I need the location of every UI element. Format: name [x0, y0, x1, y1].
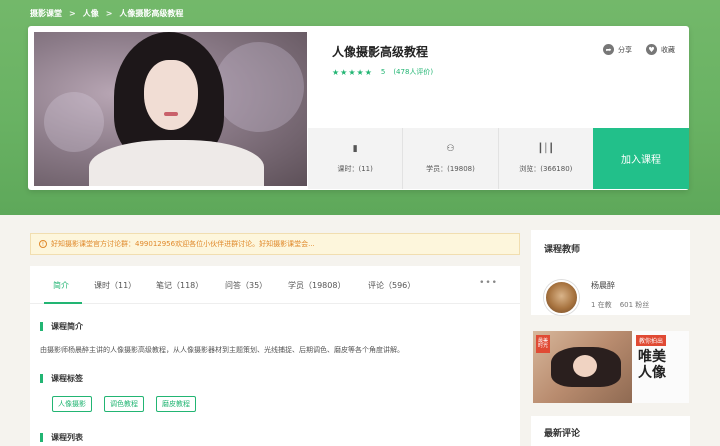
favorite-button[interactable]: ♥ 收藏: [646, 44, 675, 55]
stat-students: ⚇ 学员：(19808): [403, 128, 499, 189]
course-actions: ➦ 分享 ♥ 收藏: [603, 44, 675, 55]
stat-lessons-label: 课时：(11): [337, 164, 373, 173]
teacher-meta: 1 在教 601 粉丝: [591, 300, 649, 310]
course-cover-image: [34, 32, 307, 186]
share-icon: ➦: [603, 44, 614, 55]
info-icon: !: [39, 240, 47, 248]
notice-text: 好知摄影课堂官方讨论群：499012956欢迎各位小伙伴进群讨论。好知摄影课堂会…: [51, 240, 315, 248]
tag-portrait[interactable]: 人像摄影: [52, 396, 92, 412]
course-rating: ★★★★★ 5 (478人评价): [332, 67, 433, 77]
promo-badge: 教你拍出: [636, 335, 667, 346]
promo-slogan: 唯美 人像: [638, 349, 666, 381]
favorite-label: 收藏: [661, 45, 675, 54]
rating-stars: ★★★★★: [332, 67, 373, 77]
stat-views-label: 浏览：(366180): [519, 164, 573, 173]
section-intro-title: 课程简介: [40, 321, 83, 332]
audio-wave-icon: ┃│┃: [537, 143, 554, 154]
section-list-title: 课程列表: [40, 432, 83, 443]
course-title: 人像摄影高级教程: [332, 45, 429, 59]
tag-skin-retouch[interactable]: 磨皮教程: [156, 396, 196, 412]
rating-score: 5: [380, 68, 386, 76]
breadcrumb-item-current: 人像摄影高级教程: [119, 8, 184, 18]
users-icon: ⚇: [446, 143, 455, 154]
notice-bar[interactable]: ! 好知摄影课堂官方讨论群：499012956欢迎各位小伙伴进群讨论。好知摄影课…: [30, 233, 520, 255]
share-label: 分享: [618, 45, 632, 54]
join-course-button[interactable]: 加入课程: [593, 128, 689, 189]
tab-bar: 简介 课时（11） 笔记（118） 问答（35） 学员（19808） 评论（59…: [30, 266, 520, 304]
section-tags-title: 课程标签: [40, 373, 83, 384]
promo-corner-badge: 最美时光: [536, 335, 550, 353]
tag-color-grading[interactable]: 调色教程: [104, 396, 144, 412]
breadcrumb: 摄影课堂 > 人像 > 人像摄影高级教程: [30, 6, 183, 20]
tab-qa[interactable]: 问答（35）: [225, 280, 267, 291]
avatar[interactable]: [544, 280, 579, 315]
promo-slogan-line-2: 人像: [638, 365, 666, 382]
latest-comments-heading: 最新评论: [544, 429, 581, 439]
breadcrumb-separator: >: [105, 8, 113, 18]
book-icon: ▮: [352, 143, 358, 154]
review-count[interactable]: (478人评价): [393, 67, 433, 77]
teacher-panel: 课程教师 杨晨醉 1 在教 601 粉丝: [531, 230, 690, 315]
breadcrumb-item-photo-class[interactable]: 摄影课堂: [30, 8, 62, 19]
course-stats: ▮ 课时：(11) ⚇ 学员：(19808) ┃│┃ 浏览：(366180): [308, 128, 593, 189]
tab-students[interactable]: 学员（19808）: [288, 280, 345, 291]
breadcrumb-separator: >: [69, 8, 76, 18]
promo-text: 教你拍出 唯美 人像: [632, 331, 689, 403]
course-tags: 人像摄影 调色教程 磨皮教程: [52, 396, 196, 412]
breadcrumb-item-portrait[interactable]: 人像: [83, 8, 99, 19]
tab-notes[interactable]: 笔记（118）: [156, 280, 203, 291]
course-card: 人像摄影高级教程 ★★★★★ 5 (478人评价) ➦ 分享 ♥ 收藏 ▮ 课时…: [28, 26, 689, 190]
teacher-heading: 课程教师: [544, 245, 581, 255]
promo-image: 最美时光: [533, 331, 632, 403]
course-detail-panel: 简介 课时（11） 笔记（118） 问答（35） 学员（19808） 评论（59…: [30, 266, 520, 446]
heart-icon: ♥: [646, 44, 657, 55]
promo-slogan-line-1: 唯美: [638, 349, 666, 365]
more-icon[interactable]: •••: [479, 278, 498, 288]
share-button[interactable]: ➦ 分享: [603, 44, 632, 55]
course-intro-text: 由摄影师杨晨醉主讲的人像摄影高级教程，从人像摄影器材到主题策划、光线捕捉、后期调…: [40, 346, 404, 354]
latest-comments-panel: 最新评论: [531, 416, 690, 446]
teacher-courses: 1 在教: [591, 301, 612, 309]
tab-intro[interactable]: 简介: [53, 280, 69, 291]
stat-lessons: ▮ 课时：(11): [308, 128, 404, 189]
tab-lessons[interactable]: 课时（11）: [94, 280, 136, 291]
promo-banner[interactable]: 最美时光 教你拍出 唯美 人像: [533, 331, 689, 403]
teacher-name[interactable]: 杨晨醉: [591, 280, 615, 291]
stat-views: ┃│┃ 浏览：(366180): [499, 128, 593, 189]
active-tab-indicator: [44, 302, 82, 304]
tab-comments[interactable]: 评论（596）: [368, 280, 415, 291]
teacher-fans: 601 粉丝: [619, 301, 650, 309]
stat-students-label: 学员：(19808): [426, 164, 475, 173]
